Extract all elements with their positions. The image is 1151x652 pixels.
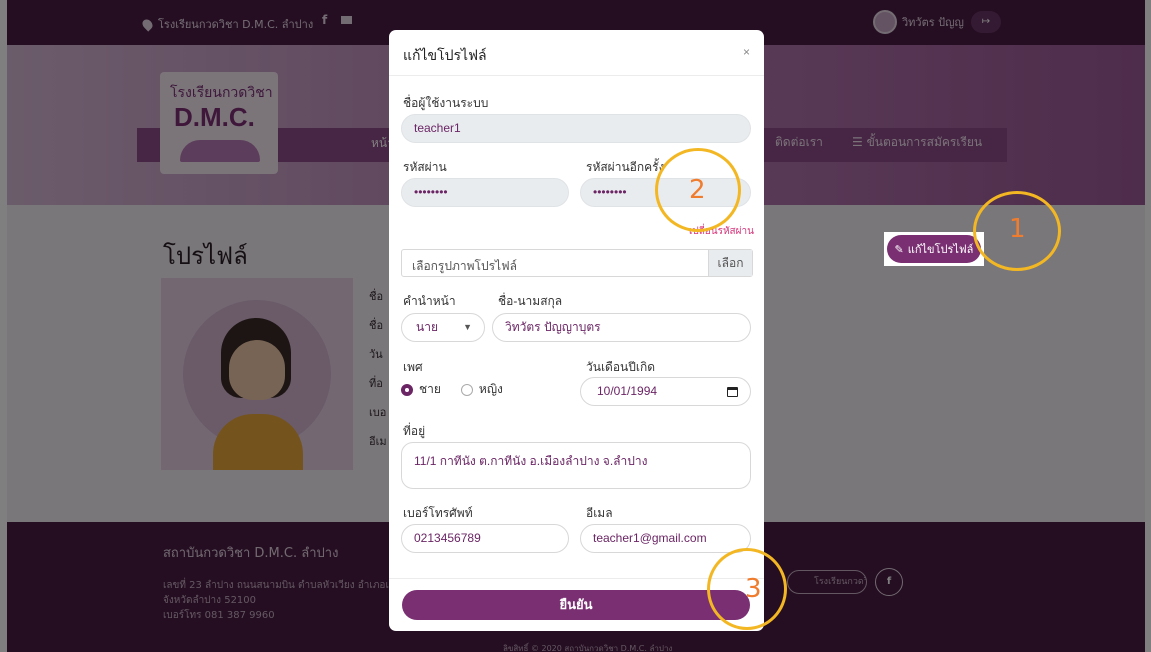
gender-male-label[interactable]: ชาย bbox=[419, 380, 441, 399]
page: โรงเรียนกวดวิชา D.M.C. ลำปาง f วิทวัตร ป… bbox=[0, 0, 1151, 652]
annotation-number-3: 3 bbox=[745, 574, 762, 604]
gender-female-label[interactable]: หญิง bbox=[479, 380, 503, 399]
email-field[interactable]: teacher1@gmail.com bbox=[580, 524, 751, 553]
submit-button[interactable]: ยืนยัน bbox=[402, 590, 750, 620]
modal-header: แก้ไขโปรไฟล์ × bbox=[389, 30, 764, 76]
birthdate-field[interactable]: 10/01/1994 bbox=[580, 377, 751, 406]
password-label: รหัสผ่าน bbox=[403, 160, 447, 174]
annotation-number-1: 1 bbox=[1009, 214, 1026, 244]
edit-profile-modal: แก้ไขโปรไฟล์ × ชื่อผู้ใช้งานระบบ teacher… bbox=[389, 30, 764, 631]
gender-options: ชาย หญิง bbox=[401, 380, 503, 399]
photo-placeholder: เลือกรูปภาพโปรไฟล์ bbox=[412, 259, 517, 273]
browse-button[interactable]: เลือก bbox=[708, 250, 752, 276]
gender-female-radio[interactable] bbox=[460, 383, 473, 396]
profile-photo-input[interactable]: เลือกรูปภาพโปรไฟล์ เลือก bbox=[401, 249, 753, 277]
prefix-value: นาย bbox=[416, 320, 438, 334]
modal-title: แก้ไขโปรไฟล์ bbox=[403, 47, 487, 63]
phone-label: เบอร์โทรศัพท์ bbox=[403, 506, 473, 520]
prefix-label: คำนำหน้า bbox=[403, 294, 456, 308]
fullname-label: ชื่อ-นามสกุล bbox=[498, 294, 563, 308]
address-field[interactable]: 11/1 กาทีนัง ต.กาทีนัง อ.เมืองลำปาง จ.ลำ… bbox=[401, 442, 751, 489]
birthdate-value: 10/01/1994 bbox=[597, 384, 658, 398]
password-confirm-label: รหัสผ่านอีกครั้ง bbox=[586, 160, 665, 174]
edit-profile-button[interactable]: ✎ แก้ไขโปรไฟล์ bbox=[884, 232, 984, 266]
close-icon[interactable]: × bbox=[743, 45, 750, 59]
username-label: ชื่อผู้ใช้งานระบบ bbox=[403, 96, 489, 110]
username-field[interactable]: teacher1 bbox=[401, 114, 751, 143]
annotation-number-2: 2 bbox=[689, 175, 706, 205]
prefix-select[interactable]: นาย ▼ bbox=[401, 313, 485, 342]
gender-label: เพศ bbox=[403, 360, 423, 374]
birthdate-label: วันเดือนปีเกิด bbox=[586, 360, 656, 374]
password-field[interactable]: •••••••• bbox=[401, 178, 569, 207]
gender-male-radio[interactable] bbox=[401, 383, 413, 396]
calendar-icon[interactable] bbox=[727, 387, 738, 397]
address-label: ที่อยู่ bbox=[403, 424, 426, 438]
user-edit-icon: ✎ bbox=[894, 242, 904, 256]
fullname-field[interactable]: วิทวัตร ปัญญาบุตร bbox=[492, 313, 751, 342]
edit-profile-label: แก้ไขโปรไฟล์ bbox=[907, 243, 974, 256]
email-label: อีเมล bbox=[586, 506, 613, 520]
phone-field[interactable]: 0213456789 bbox=[401, 524, 569, 553]
chevron-down-icon: ▼ bbox=[463, 322, 472, 332]
